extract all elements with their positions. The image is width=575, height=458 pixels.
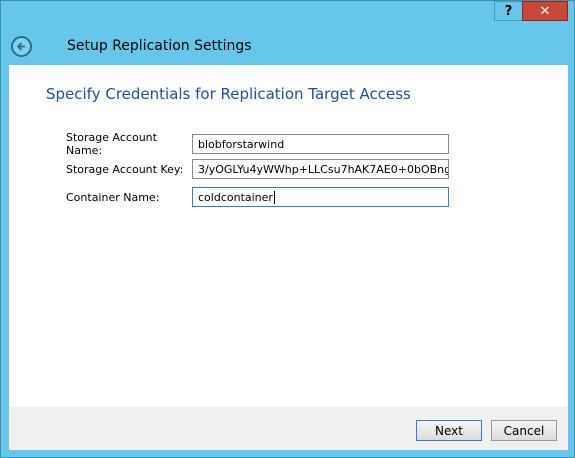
help-icon: ? [504,3,513,19]
help-button[interactable]: ? [494,1,522,21]
close-icon: ✕ [539,3,551,19]
back-arrow-icon [16,41,25,51]
cancel-button[interactable]: Cancel [491,420,557,441]
back-button[interactable] [11,35,32,57]
storage-account-name-label: Storage Account Name: [66,131,157,157]
storage-account-name-row: Storage Account Name: blobforstarwind [66,131,449,157]
close-button[interactable]: ✕ [522,1,568,21]
storage-account-key-label: Storage Account Key: [66,162,184,176]
container-name-input[interactable]: coldcontainer [192,187,449,207]
next-button[interactable]: Next [416,420,482,441]
section-title: Specify Credentials for Replication Targ… [46,85,411,103]
setup-replication-window: ? ✕ Setup Replication Settings Specify C… [0,0,575,458]
wizard-content: Specify Credentials for Replication Targ… [9,65,568,407]
storage-account-key-input[interactable]: 3/yOGLYu4yWWhp+LLCsu7hAK7AE0+0bOBngA== [192,159,449,179]
window-title: Setup Replication Settings [67,38,252,54]
wizard-header: Setup Replication Settings [1,29,574,63]
container-name-row: Container Name: coldcontainer [66,187,449,207]
storage-account-name-input[interactable]: blobforstarwind [192,134,449,154]
container-name-label: Container Name: [66,190,160,204]
storage-account-key-row: Storage Account Key: 3/yOGLYu4yWWhp+LLCs… [66,159,449,179]
titlebar-buttons: ? ✕ [494,1,568,21]
container-name-value: coldcontainer [198,190,273,204]
text-caret [273,190,275,204]
wizard-footer: Next Cancel [9,407,568,450]
